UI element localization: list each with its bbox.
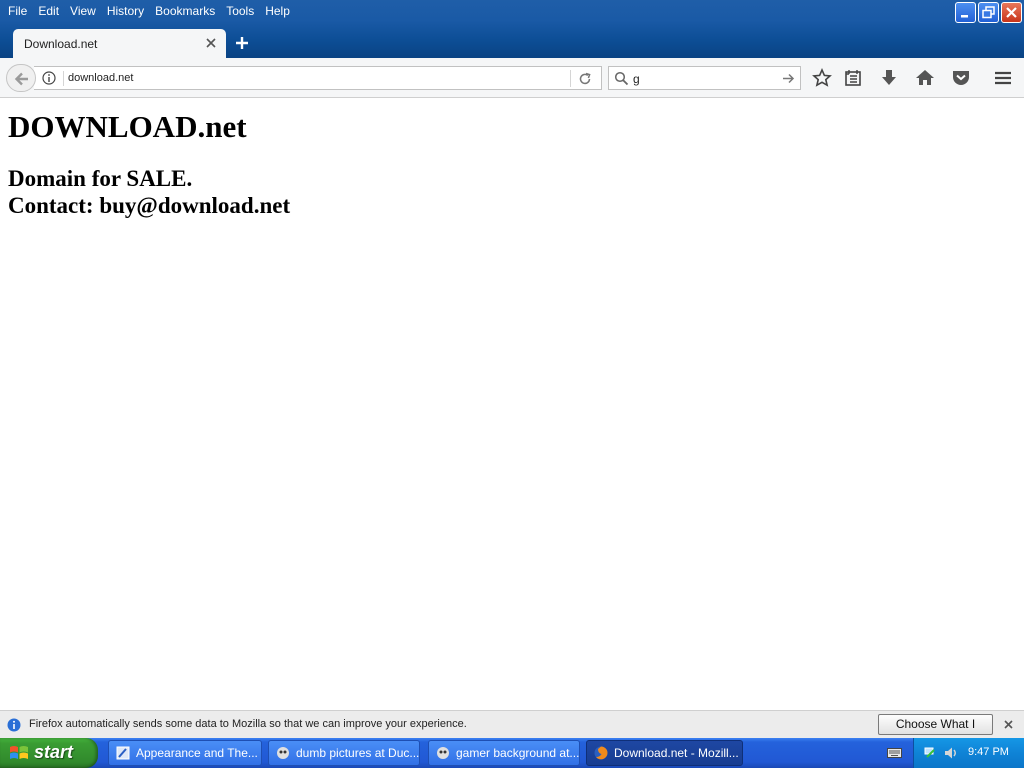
window-frame: File Edit View History Bookmarks Tools H… — [0, 0, 1024, 59]
system-tray: 9:47 PM — [913, 738, 1024, 768]
pocket-icon[interactable] — [950, 68, 972, 88]
window-controls — [955, 2, 1022, 23]
task-label: dumb pictures at Duc... — [296, 746, 420, 760]
menu-bookmarks[interactable]: Bookmarks — [150, 0, 220, 22]
back-arrow-icon — [14, 72, 28, 86]
tab-download-net[interactable]: Download.net — [13, 29, 226, 59]
back-button[interactable] — [6, 64, 36, 92]
close-notification-icon[interactable] — [1003, 719, 1014, 730]
home-icon[interactable] — [914, 68, 936, 88]
search-icon — [614, 71, 629, 86]
task-label: Appearance and The... — [136, 746, 258, 760]
navigation-toolbar: download.net g — [0, 58, 1024, 98]
volume-icon[interactable] — [943, 745, 959, 761]
start-label: start — [34, 742, 74, 762]
menu-file[interactable]: File — [3, 0, 32, 22]
task-dumb-pictures[interactable]: dumb pictures at Duc... — [268, 740, 420, 766]
firefox-icon — [277, 747, 289, 759]
hamburger-menu-icon[interactable] — [992, 68, 1014, 88]
menu-edit[interactable]: Edit — [33, 0, 64, 22]
windows-logo-icon — [10, 746, 28, 759]
task-label: gamer background at... — [456, 746, 580, 760]
menu-tools[interactable]: Tools — [221, 0, 259, 22]
notification-text: Firefox automatically sends some data to… — [29, 718, 467, 730]
url-divider — [63, 71, 64, 86]
control-panel-icon — [116, 746, 130, 760]
page-content: DOWNLOAD.net Domain for SALE. Contact: b… — [0, 99, 1024, 710]
start-button[interactable]: start — [0, 738, 98, 768]
task-label: Download.net - Mozill... — [614, 746, 739, 760]
minimize-icon — [961, 15, 968, 18]
minimize-button[interactable] — [955, 2, 976, 23]
restore-button[interactable] — [978, 2, 999, 23]
firefox-icon — [437, 747, 449, 759]
clock[interactable]: 9:47 PM — [968, 746, 1009, 758]
page-subheading: Domain for SALE. Contact: buy@download.n… — [8, 165, 290, 219]
info-icon — [7, 718, 21, 732]
reload-icon[interactable] — [577, 71, 593, 87]
bookmark-star-icon[interactable] — [811, 68, 833, 88]
search-bar[interactable]: g — [608, 66, 801, 90]
keyboard-icon[interactable] — [887, 747, 902, 759]
close-icon — [1006, 7, 1017, 18]
notification-bar: Firefox automatically sends some data to… — [0, 710, 1024, 750]
domain-sale-text: Domain for SALE. — [8, 166, 193, 191]
search-go-icon[interactable] — [782, 72, 795, 85]
task-download-net-firefox[interactable]: Download.net - Mozill... — [586, 740, 743, 766]
url-bar[interactable]: download.net — [34, 66, 602, 90]
reload-divider — [570, 70, 571, 87]
firefox-icon — [594, 746, 608, 760]
menu-bar: File Edit View History Bookmarks Tools H… — [0, 0, 296, 22]
tab-title: Download.net — [24, 37, 98, 51]
task-appearance-themes[interactable]: Appearance and The... — [108, 740, 262, 766]
task-gamer-background[interactable]: gamer background at... — [428, 740, 580, 766]
network-icon[interactable] — [924, 745, 940, 761]
url-text[interactable]: download.net — [68, 72, 133, 84]
reading-list-icon[interactable] — [842, 68, 864, 88]
menu-view[interactable]: View — [65, 0, 101, 22]
contact-text: Contact: buy@download.net — [8, 193, 291, 218]
tab-close-icon[interactable] — [204, 36, 218, 50]
search-input[interactable]: g — [633, 72, 640, 86]
close-window-button[interactable] — [1001, 2, 1022, 23]
taskbar: start Appearance and The... dumb picture… — [0, 738, 1024, 768]
menu-history[interactable]: History — [102, 0, 149, 22]
restore-icon — [982, 6, 995, 19]
download-icon[interactable] — [878, 68, 900, 88]
page-heading: DOWNLOAD.net — [8, 109, 247, 144]
choose-what-i-share-button[interactable]: Choose What I Share — [878, 714, 993, 750]
info-icon[interactable] — [42, 71, 56, 85]
new-tab-icon[interactable] — [233, 34, 251, 52]
menu-help[interactable]: Help — [260, 0, 295, 22]
